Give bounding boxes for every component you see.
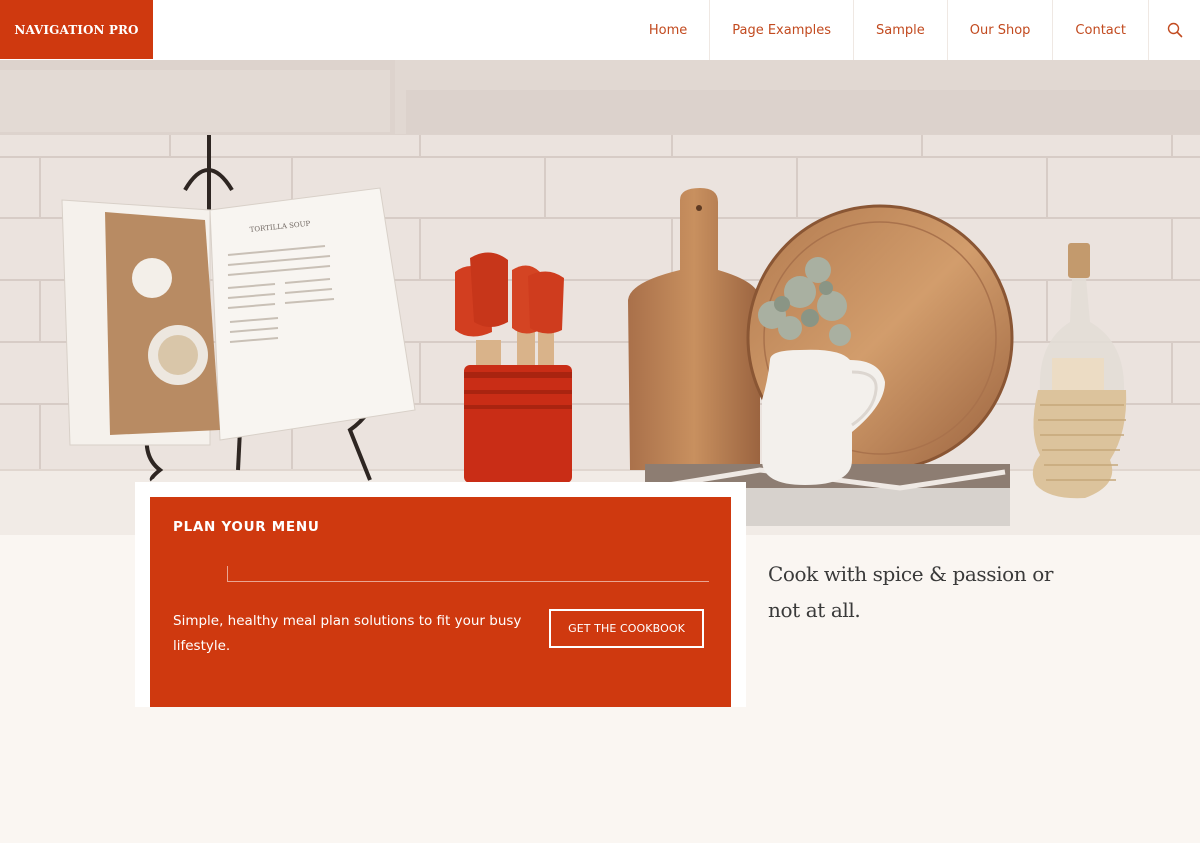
nav-item-home[interactable]: Home (627, 0, 709, 60)
nav-item-contact[interactable]: Contact (1052, 0, 1148, 60)
card-divider (227, 566, 709, 582)
nav-item-sample[interactable]: Sample (853, 0, 947, 60)
tagline: Cook with spice & passion or not at all. (768, 562, 1054, 622)
hero-illustration: TORTILLA SOUP (0, 60, 1200, 535)
site-header: NAVIGATION PRO Home Page Examples Sample… (0, 0, 1200, 60)
utensil-crock (455, 252, 572, 483)
cta-card: PLAN YOUR MENU Simple, healthy meal plan… (150, 497, 731, 707)
hero-image: TORTILLA SOUP (0, 60, 1200, 535)
cookbook: TORTILLA SOUP (61, 187, 416, 446)
card-title: PLAN YOUR MENU (173, 519, 320, 535)
get-cookbook-button[interactable]: GET THE COOKBOOK (549, 609, 704, 648)
site-logo[interactable]: NAVIGATION PRO (0, 0, 153, 59)
main-nav: Home Page Examples Sample Our Shop Conta… (627, 0, 1200, 60)
nav-item-our-shop[interactable]: Our Shop (946, 0, 1053, 60)
nav-item-page-examples[interactable]: Page Examples (709, 0, 853, 60)
search-icon (1167, 22, 1182, 38)
search-button[interactable] (1148, 0, 1200, 60)
card-description: Simple, healthy meal plan solutions to f… (173, 613, 522, 654)
